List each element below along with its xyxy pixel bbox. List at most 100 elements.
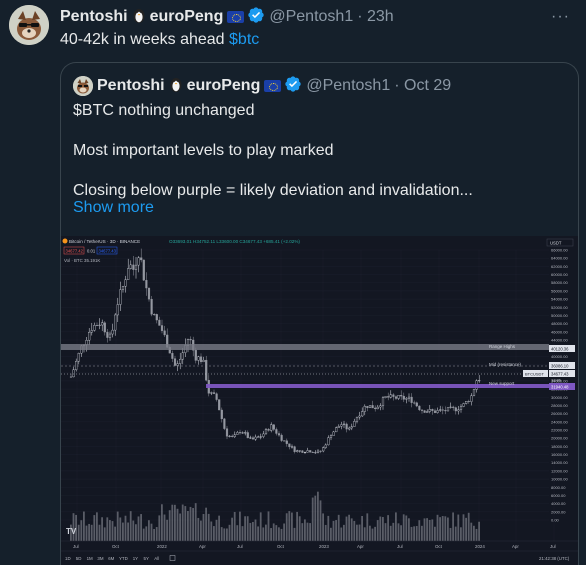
candle-body: [470, 395, 473, 402]
candle-body: [358, 415, 361, 418]
candle-body: [189, 339, 192, 341]
volume-bar: [124, 515, 127, 541]
volume-bar: [226, 528, 228, 541]
volume-bar: [408, 518, 410, 541]
candle-body: [314, 452, 317, 454]
author-name[interactable]: Pentoshi: [60, 8, 128, 26]
candle-body: [147, 287, 151, 300]
quoted-tweet[interactable]: Pentoshi euroPeng @Pentosh1 · Oct 29 $BT…: [60, 62, 579, 565]
tweet[interactable]: Pentoshi euroPeng @Pentosh1 · 23h ··· 40…: [0, 0, 586, 565]
candle-body: [467, 401, 470, 402]
volume-bar: [319, 500, 322, 541]
volume-bar: [142, 528, 145, 541]
candle-body: [215, 393, 218, 400]
volume-bar: [439, 517, 441, 541]
verified-badge-icon[interactable]: [247, 6, 265, 29]
candle-body: [197, 356, 200, 361]
volume-bar: [233, 511, 236, 541]
volume-bar: [283, 523, 285, 541]
candle-body: [246, 432, 249, 439]
volume-bar: [457, 514, 460, 541]
author-handle[interactable]: @Pentosh1: [269, 8, 353, 26]
volume-bar: [254, 519, 257, 541]
candle-body: [108, 333, 112, 338]
candle-body: [394, 396, 398, 399]
candle-body: [329, 435, 333, 438]
sell-price: 34677.42: [66, 248, 84, 253]
volume-bar: [278, 527, 280, 541]
candle-body: [238, 432, 242, 434]
volume-bar: [101, 517, 103, 541]
avatar[interactable]: [9, 5, 49, 45]
time-tick: Apr: [357, 544, 364, 549]
chart-header: Bitcoin / TetherUS · 3D · BINANCE: [69, 239, 140, 244]
tweet-time[interactable]: · 23h: [357, 8, 393, 26]
candle-body: [324, 444, 327, 448]
range-button: 5D: [76, 556, 82, 561]
volume-bar: [135, 524, 137, 541]
penguin-icon: [169, 75, 183, 98]
quote-time: · Oct 29: [394, 77, 452, 94]
volume-bar: [205, 507, 207, 541]
candle-body: [410, 396, 413, 403]
range-highs-label: Range Highs: [489, 344, 516, 349]
candle-body: [212, 392, 216, 394]
time-tick: 2024: [475, 544, 485, 549]
candle-body: [228, 435, 231, 437]
volume-bar: [218, 515, 220, 541]
volume-bar: [465, 517, 467, 541]
volume-bar: [387, 515, 389, 541]
volume-bar: [475, 528, 478, 541]
time-tick: Jul: [237, 544, 243, 549]
volume-bar: [171, 504, 174, 541]
volume-bar: [241, 526, 244, 541]
candle-body: [400, 395, 403, 397]
candle-body: [150, 298, 153, 315]
volume-bar: [80, 520, 83, 541]
candle-body: [309, 450, 312, 453]
price-tick: 52000.00: [551, 305, 568, 310]
candle-body: [293, 446, 296, 452]
price-tick: 6000.00: [551, 493, 566, 498]
candle-body: [254, 436, 257, 440]
more-options-button[interactable]: ···: [551, 8, 570, 26]
candle-body: [101, 322, 104, 326]
volume-bar: [153, 528, 155, 541]
volume-bar: [421, 525, 423, 541]
candle-body: [277, 433, 281, 436]
currency-label: USDT: [550, 240, 562, 245]
volume-bar: [350, 518, 353, 541]
time-tick: 2022: [157, 544, 167, 549]
volume-bar: [140, 514, 142, 541]
volume-bar: [163, 514, 166, 541]
volume-bar: [114, 526, 116, 541]
time-tick: Oct: [435, 544, 443, 549]
candle-body: [233, 434, 236, 437]
show-more-link[interactable]: Show more: [73, 199, 154, 217]
volume-bar: [452, 512, 454, 541]
candle-body: [340, 424, 343, 427]
candle-body: [223, 418, 226, 429]
spread: 0.01: [87, 248, 96, 253]
candle-body: [345, 423, 348, 430]
candle-body: [423, 410, 426, 413]
author-suffix[interactable]: euroPeng: [150, 8, 224, 26]
candle-body: [457, 409, 460, 412]
cashtag-link[interactable]: $btc: [229, 31, 259, 48]
volume-bar: [392, 522, 395, 541]
countdown-tag: 1d 8h: [551, 378, 561, 383]
volume-bar: [179, 513, 181, 541]
candle-body: [153, 314, 156, 316]
volume-bar: [447, 517, 449, 541]
candle-body: [202, 359, 205, 363]
candle-body: [407, 396, 411, 399]
candle-body: [93, 325, 96, 331]
quote-line: Most important levels to play marked: [73, 142, 334, 159]
quote-author-suffix: euroPeng: [186, 77, 261, 94]
range-button: 1D: [65, 556, 71, 561]
candle-body: [225, 428, 229, 437]
candle-body: [179, 358, 182, 364]
chart-image[interactable]: Range Highs Mid (resistance) New support…: [61, 236, 578, 565]
candle-body: [462, 403, 465, 407]
volume-bar: [150, 523, 153, 541]
